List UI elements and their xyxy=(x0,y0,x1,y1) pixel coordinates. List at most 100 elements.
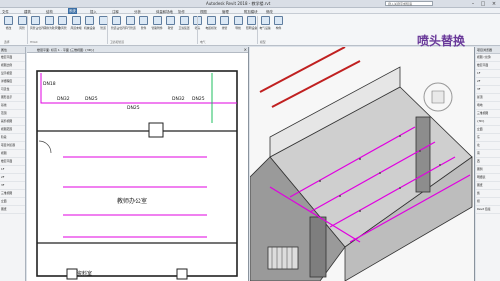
browser-tree-item[interactable]: 3F xyxy=(476,86,500,94)
property-row[interactable]: 3F xyxy=(0,182,25,190)
property-row[interactable]: 图形显示 xyxy=(0,94,25,102)
browser-tree-item[interactable]: Revit 链接 xyxy=(476,206,500,214)
property-row[interactable]: 立面 xyxy=(0,198,25,206)
plan-drawing[interactable]: DN32 DN25 DN25 DN32 DN25 DN18 教师办公室 资料室 xyxy=(27,53,249,281)
ribbon-button[interactable]: 软风管 xyxy=(57,16,68,38)
property-row[interactable]: 图纸 xyxy=(0,206,25,214)
sprinkler-head xyxy=(419,150,421,152)
ribbon-panel: 喷头替换 修改 风管 风管占位符 转换为软风管 软风管 风道末端 机械设备 管道 管道占位符 平行… xyxy=(0,14,500,48)
ribbon-group-label: 选择 xyxy=(4,40,10,44)
property-row[interactable]: 可见性 xyxy=(0,86,25,94)
ribbon-button[interactable]: 机械设备 xyxy=(84,16,95,38)
sprinkler-head xyxy=(359,158,361,160)
sprinkler-head xyxy=(319,180,321,182)
ribbon-button-label: 线管 xyxy=(221,26,228,30)
pipe-size-label: DN25 xyxy=(85,96,98,102)
tool-icon xyxy=(247,16,256,25)
browser-tree-item[interactable]: 图例 xyxy=(476,166,500,174)
3d-drawing[interactable] xyxy=(250,47,475,281)
property-row[interactable]: 三维视图 xyxy=(0,190,25,198)
browser-tree-item[interactable]: 立面 xyxy=(476,126,500,134)
ribbon-button[interactable]: 转换为软风管 xyxy=(43,16,61,38)
property-row[interactable]: 阶段 xyxy=(0,134,25,142)
ribbon-button[interactable]: 构件 xyxy=(273,16,284,38)
column xyxy=(66,268,78,280)
tool-icon xyxy=(17,16,27,25)
property-row[interactable]: 2F xyxy=(0,174,25,182)
property-row[interactable]: 1F xyxy=(0,166,25,174)
property-row[interactable]: 视图比例 xyxy=(0,62,25,70)
browser-tree-item[interactable]: 西 xyxy=(476,158,500,166)
browser-tree-item[interactable]: 图纸 xyxy=(476,182,500,190)
property-row[interactable]: 楼层平面 xyxy=(0,158,25,166)
ribbon-button[interactable]: 管路附件 xyxy=(152,16,163,38)
property-row[interactable]: 裁剪视图 xyxy=(0,118,25,126)
property-row[interactable]: 楼层平面 xyxy=(0,54,25,62)
column xyxy=(176,268,188,280)
ribbon-button-label: 电气设备 xyxy=(259,26,271,30)
ribbon-button[interactable]: 照明设备 xyxy=(246,16,257,38)
ribbon-button-label: 转换为软风管 xyxy=(43,26,61,30)
ribbon-separator xyxy=(197,16,198,44)
ribbon-button[interactable]: 修改 xyxy=(3,16,14,38)
property-row[interactable]: 视图 xyxy=(0,150,25,158)
tool-icon xyxy=(31,16,40,25)
pipe-size-label: DN32 xyxy=(172,96,185,102)
ribbon-button[interactable]: 风管 xyxy=(17,16,28,38)
properties-title: 属性 xyxy=(0,47,25,54)
property-row[interactable]: 范围 xyxy=(0,110,25,118)
browser-tree-item[interactable]: 视图 (全部) xyxy=(476,54,500,62)
floor-plan-view[interactable]: 楼层平面: 标高 1 - 平面 [三维视图: {3D}] × DN32 DN25… xyxy=(27,47,249,281)
browser-tree-item[interactable]: 组 xyxy=(476,198,500,206)
ribbon-button-label: 风管占位符 xyxy=(30,26,44,30)
tool-icon xyxy=(85,16,94,25)
browser-tree-item[interactable]: {3D} xyxy=(476,118,500,126)
tool-icon xyxy=(112,16,121,25)
maximize-icon[interactable]: □ xyxy=(478,0,488,8)
browser-tree-item[interactable]: 北 xyxy=(476,142,500,150)
pipe-size-label: DN25 xyxy=(127,105,140,111)
browser-tree-item[interactable]: 2F xyxy=(476,78,500,86)
browser-tree-item[interactable]: 屋顶 xyxy=(476,94,500,102)
browser-tree-item[interactable]: 场地 xyxy=(476,102,500,110)
ribbon-button[interactable]: 管件 xyxy=(138,16,149,38)
sprinkler-head xyxy=(379,172,381,174)
browser-tree-item[interactable]: 楼层平面 xyxy=(476,62,500,70)
ribbon-button-label: 电缆桥架 xyxy=(205,26,217,30)
ribbon-button-label: 管道占位符 xyxy=(111,26,125,30)
column xyxy=(148,122,164,138)
ribbon-button[interactable]: 管道占位符 xyxy=(111,16,125,38)
ribbon-button[interactable]: 风道末端 xyxy=(71,16,82,38)
browser-tree-item[interactable]: 东 xyxy=(476,134,500,142)
room-label: 教师办公室 xyxy=(117,197,147,205)
ribbon-button[interactable]: 卫浴装置 xyxy=(179,16,190,38)
tool-icon xyxy=(44,16,54,25)
browser-tree-item[interactable]: 明细表 xyxy=(476,174,500,182)
browser-tree-item[interactable]: 三维视图 xyxy=(476,110,500,118)
property-row[interactable]: 基线 xyxy=(0,102,25,110)
ribbon-button[interactable]: 线管 xyxy=(219,16,230,38)
ribbon-separator xyxy=(27,16,28,44)
ribbon-button[interactable]: 软管 xyxy=(165,16,176,38)
3d-view[interactable] xyxy=(250,47,475,281)
ribbon-button-label: 软风管 xyxy=(58,26,67,30)
ribbon-button[interactable]: 导线 xyxy=(233,16,244,38)
browser-tree-item[interactable]: 1F xyxy=(476,70,500,78)
property-row[interactable]: 项目浏览器 xyxy=(0,142,25,150)
close-icon[interactable]: × xyxy=(489,0,499,8)
minimize-icon[interactable]: – xyxy=(468,0,478,8)
ribbon-group-label: 电气 xyxy=(200,40,206,44)
property-row[interactable]: 显示模型 xyxy=(0,70,25,78)
project-browser-title: 项目浏览器 xyxy=(476,47,500,54)
property-row[interactable]: 详细程度 xyxy=(0,78,25,86)
help-search-input[interactable]: 键入关键字或短语 xyxy=(385,1,433,6)
property-row[interactable]: 视图范围 xyxy=(0,126,25,134)
browser-tree-item[interactable]: 族 xyxy=(476,190,500,198)
tool-icon xyxy=(58,16,67,25)
ribbon-button[interactable]: 电缆桥架 xyxy=(206,16,217,38)
ribbon-button[interactable]: 平行管道 xyxy=(125,16,136,38)
browser-tree-item[interactable]: 南 xyxy=(476,150,500,158)
close-icon[interactable]: × xyxy=(244,47,247,52)
ribbon-button[interactable]: 电气设备 xyxy=(260,16,271,38)
ribbon-button[interactable]: 风管占位符 xyxy=(30,16,44,38)
